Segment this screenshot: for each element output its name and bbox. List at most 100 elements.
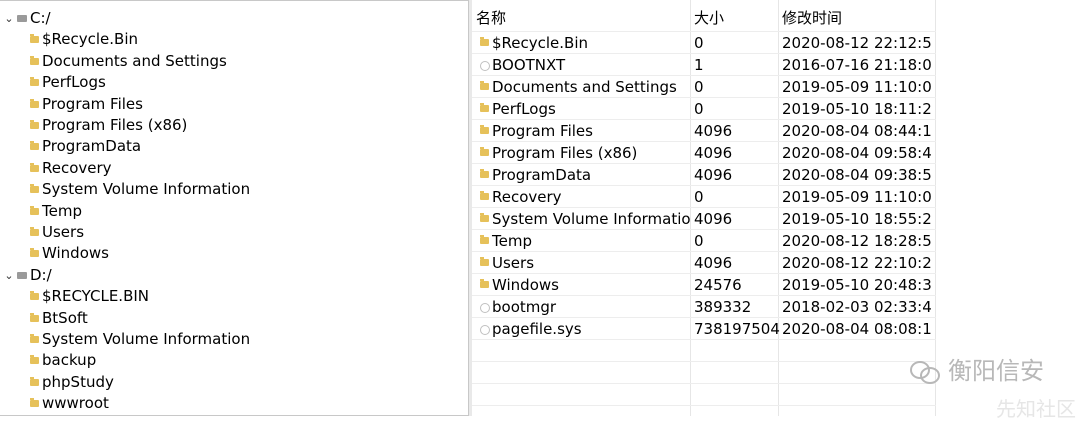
tree-item[interactable]: wwwroot [0, 393, 468, 414]
tree-drive[interactable]: ⌄ C:/ [0, 8, 468, 29]
tree-item[interactable]: backup [0, 350, 468, 371]
tree-drive[interactable]: ⌄ D:/ [0, 265, 468, 286]
tree-item[interactable]: ProgramData [0, 136, 468, 157]
cell-modified: 2018-02-03 02:33:47 [782, 298, 932, 316]
table-row[interactable]: System Volume Information 4096 2019-05-10 … [472, 208, 1080, 230]
file-name: Program Files (x86) [492, 144, 638, 162]
table-row[interactable]: Users 4096 2020-08-12 22:10:29 [472, 252, 1080, 274]
cell-name: pagefile.sys [476, 318, 690, 340]
file-name: BOOTNXT [492, 56, 566, 74]
tree-item[interactable]: Program Files [0, 94, 468, 115]
cell-name: bootmgr [476, 296, 690, 318]
folder-icon [480, 125, 489, 134]
tree-item-label: ProgramData [42, 137, 142, 156]
table-row[interactable]: Program Files (x86) 4096 2020-08-04 09:58:… [472, 142, 1080, 164]
file-icon [480, 325, 490, 335]
table-row[interactable]: pagefile.sys 738197504 2020-08-04 08:08:19 [472, 318, 1080, 340]
folder-icon [30, 34, 39, 44]
cell-modified: 2019-05-09 11:10:04 [782, 78, 932, 96]
table-row[interactable]: Temp 0 2020-08-12 18:28:52 [472, 230, 1080, 252]
folder-icon [30, 98, 39, 108]
tree-item[interactable]: System Volume Information [0, 179, 468, 200]
cell-name: Temp [476, 230, 690, 252]
file-name: Program Files [492, 122, 593, 140]
tree-item[interactable]: $RECYCLE.BIN [0, 286, 468, 307]
table-row[interactable]: Program Files 4096 2020-08-04 08:44:10 [472, 120, 1080, 142]
tree-item[interactable]: $Recycle.Bin [0, 29, 468, 50]
tree-item-label: BtSoft [42, 308, 88, 327]
cell-modified: 2020-08-04 09:58:46 [782, 144, 932, 162]
tree-item[interactable]: BtSoft [0, 308, 468, 329]
tree-drive-label: D:/ [30, 265, 52, 284]
cell-size: 4096 [694, 144, 733, 162]
row-divider [472, 383, 936, 384]
tree-item-label: PerfLogs [42, 73, 106, 92]
tree-item-label: phpStudy [42, 372, 114, 391]
cell-size: 4096 [694, 166, 733, 184]
folder-icon [30, 55, 39, 65]
tree-item[interactable]: Program Files (x86) [0, 115, 468, 136]
wechat-icon [910, 361, 940, 384]
tree-item[interactable]: Documents and Settings [0, 51, 468, 72]
column-header-size[interactable]: 大小 [694, 7, 780, 31]
file-name: Documents and Settings [492, 78, 677, 96]
list-header: 名称 大小 修改时间 [472, 7, 1080, 31]
cell-modified: 2020-08-04 08:44:10 [782, 122, 932, 140]
tree-item[interactable]: Recovery [0, 158, 468, 179]
cell-size: 0 [694, 232, 704, 250]
cell-name: Program Files (x86) [476, 142, 690, 164]
table-row[interactable]: bootmgr 389332 2018-02-03 02:33:47 [472, 296, 1080, 318]
table-row[interactable]: PerfLogs 0 2019-05-10 18:11:25 [472, 98, 1080, 120]
chevron-down-icon[interactable]: ⌄ [4, 265, 14, 286]
folder-icon [480, 191, 489, 200]
cell-name: Documents and Settings [476, 76, 690, 98]
tree-item-label: Program Files (x86) [42, 116, 188, 134]
folder-icon [480, 81, 489, 90]
column-header-modified[interactable]: 修改时间 [782, 7, 932, 31]
file-icon [480, 61, 490, 71]
tree-item[interactable]: System Volume Information [0, 329, 468, 350]
cell-modified: 2019-05-09 11:10:09 [782, 188, 932, 206]
table-row[interactable]: BOOTNXT 1 2016-07-16 21:18:08 [472, 54, 1080, 76]
tree-item-label: wwwroot [42, 394, 109, 413]
tree-item[interactable]: Windows [0, 243, 468, 264]
tree-item[interactable]: Users [0, 222, 468, 243]
cell-size: 738197504 [694, 320, 780, 338]
table-row[interactable]: Documents and Settings 0 2019-05-09 11:10:… [472, 76, 1080, 98]
table-row[interactable]: ProgramData 4096 2020-08-04 09:38:54 [472, 164, 1080, 186]
folder-icon [480, 257, 489, 266]
folder-icon [30, 227, 39, 236]
folder-icon [30, 291, 39, 301]
tree-item-label: Users [42, 223, 85, 241]
chevron-down-icon[interactable]: ⌄ [4, 8, 14, 29]
folder-icon [30, 376, 39, 386]
folder-icon [480, 103, 489, 112]
folder-icon [30, 334, 39, 343]
folder-icon [30, 162, 39, 172]
drive-icon [17, 15, 27, 22]
tree-item-label: $RECYCLE.BIN [42, 287, 150, 306]
cell-size: 4096 [694, 122, 733, 140]
folder-icon [480, 279, 489, 288]
wechat-watermark: 衡阳信安 [910, 351, 1044, 386]
column-header-name[interactable]: 名称 [476, 7, 690, 31]
table-row[interactable]: Windows 24576 2019-05-10 20:48:36 [472, 274, 1080, 296]
folder-icon [30, 205, 39, 215]
tree-item-label: $Recycle.Bin [42, 30, 139, 49]
table-row[interactable]: $Recycle.Bin 0 2020-08-12 22:12:59 [472, 32, 1080, 54]
cell-name: System Volume Information [476, 208, 690, 230]
table-row[interactable]: Recovery 0 2019-05-09 11:10:09 [472, 186, 1080, 208]
cell-name: Recovery [476, 186, 690, 208]
cell-name: PerfLogs [476, 98, 690, 120]
tree-item[interactable]: phpStudy [0, 372, 468, 393]
cell-size: 389332 [694, 298, 752, 316]
folder-icon [480, 37, 489, 46]
file-name: Windows [492, 276, 559, 294]
cell-size: 0 [694, 34, 704, 52]
tree-item[interactable]: Temp [0, 201, 468, 222]
cell-name: ProgramData [476, 164, 690, 186]
tree-item-label: backup [42, 351, 97, 370]
watermark-text: 衡阳信安 [948, 357, 1044, 385]
tree-item[interactable]: PerfLogs [0, 72, 468, 93]
tree-drive-label: C:/ [30, 9, 51, 27]
